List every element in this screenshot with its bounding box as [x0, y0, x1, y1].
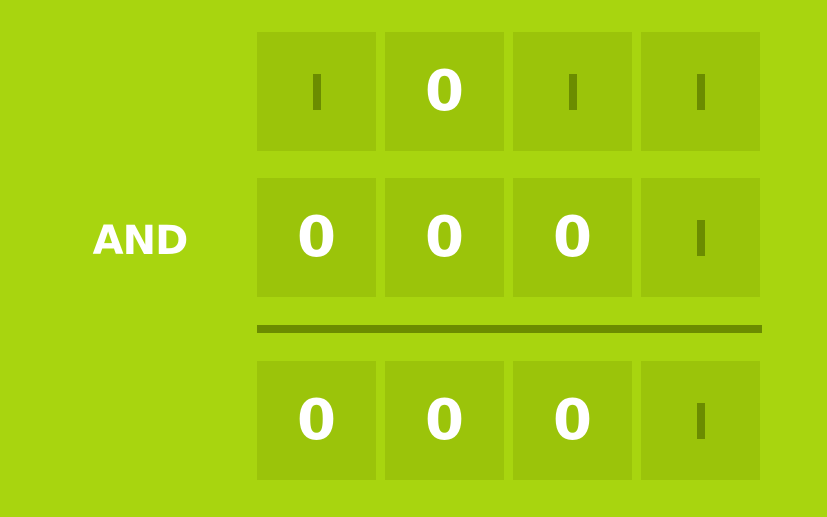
result-bit-cell: 0 — [385, 361, 504, 480]
bit-cell[interactable]: 1 — [513, 32, 632, 151]
bit-value: 0 — [553, 204, 592, 270]
bit-value: 1 — [568, 73, 577, 110]
bit-value: 0 — [425, 204, 464, 270]
bit-cell[interactable]: 0 — [257, 178, 376, 297]
result-bit-cell: 1 — [641, 361, 760, 480]
operand-a-row: 1 0 1 1 — [257, 32, 760, 151]
result-divider — [257, 325, 762, 333]
bit-value: 1 — [312, 73, 321, 110]
bit-value: 1 — [696, 402, 705, 439]
bit-value: 1 — [696, 73, 705, 110]
result-bit-cell: 0 — [257, 361, 376, 480]
bit-cell[interactable]: 1 — [641, 178, 760, 297]
bit-value: 0 — [425, 387, 464, 453]
bit-cell[interactable]: 0 — [513, 178, 632, 297]
bit-value: 0 — [297, 204, 336, 270]
bit-cell[interactable]: 1 — [257, 32, 376, 151]
result-bit-cell: 0 — [513, 361, 632, 480]
bit-value: 0 — [425, 58, 464, 124]
bit-cell[interactable]: 0 — [385, 178, 504, 297]
bit-value: 1 — [696, 219, 705, 256]
bit-cell[interactable]: 0 — [385, 32, 504, 151]
bit-value: 0 — [297, 387, 336, 453]
operand-b-row: 0 0 0 1 — [257, 178, 760, 297]
bit-value: 0 — [553, 387, 592, 453]
bit-cell[interactable]: 1 — [641, 32, 760, 151]
operator-label: AND — [92, 218, 189, 264]
result-row: 0 0 0 1 — [257, 361, 760, 480]
